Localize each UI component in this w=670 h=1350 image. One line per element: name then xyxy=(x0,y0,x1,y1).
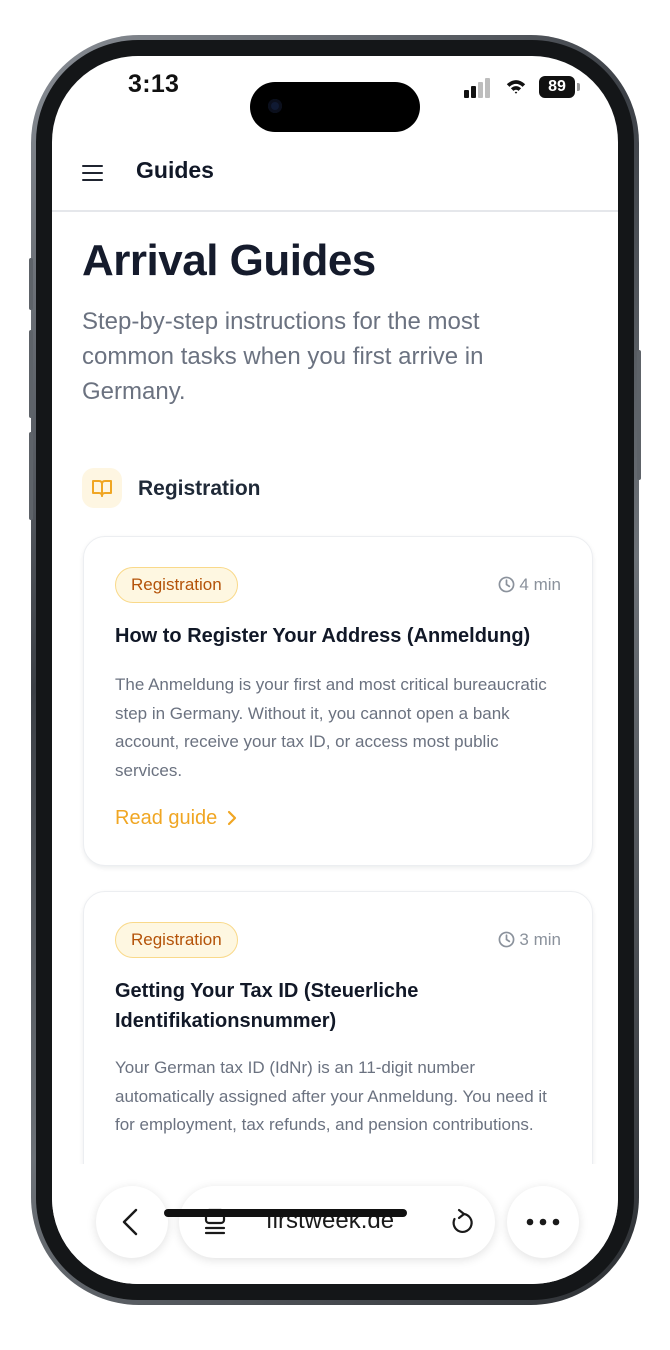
read-guide-label: Read guide xyxy=(115,807,218,829)
clock-icon xyxy=(498,576,515,593)
browser-toolbar: firstweek.de xyxy=(52,1164,618,1284)
read-time-label: 3 min xyxy=(519,930,561,949)
guide-title[interactable]: How to Register Your Address (Anmeldung) xyxy=(115,621,565,651)
guide-title[interactable]: Getting Your Tax ID (Steuerliche Identif… xyxy=(115,976,565,1036)
chevron-right-icon xyxy=(228,810,237,826)
read-time: 3 min xyxy=(498,930,561,950)
action-button xyxy=(29,258,33,310)
battery-indicator: 89 xyxy=(539,76,575,98)
category-tag: Registration xyxy=(115,567,238,603)
reload-icon[interactable] xyxy=(449,1208,475,1236)
section-title: Registration xyxy=(138,477,261,500)
status-time: 3:13 xyxy=(128,70,180,98)
guide-description: Your German tax ID (IdNr) is an 11-digit… xyxy=(115,1058,547,1134)
cellular-signal-icon xyxy=(464,78,494,98)
page-subtitle: Step-by-step instructions for the most c… xyxy=(82,308,484,405)
hamburger-menu-icon[interactable] xyxy=(82,162,104,184)
home-indicator[interactable] xyxy=(164,1209,407,1217)
phone-screen: 3:13 89 Guides Arrival Guides Step-by-st… xyxy=(52,56,618,1284)
volume-down-button xyxy=(29,432,33,520)
header-title: Guides xyxy=(136,157,214,183)
wifi-icon xyxy=(506,80,526,94)
clock-icon xyxy=(498,931,515,948)
app-header: Guides xyxy=(52,142,618,212)
page-title: Arrival Guides xyxy=(82,236,376,285)
read-time-label: 4 min xyxy=(519,575,561,594)
power-button xyxy=(637,350,641,480)
guide-card-anmeldung[interactable]: Registration 4 min How to Register Your … xyxy=(83,536,593,866)
guide-description: The Anmeldung is your first and most cri… xyxy=(115,675,547,780)
back-button[interactable] xyxy=(96,1186,168,1258)
category-tag: Registration xyxy=(115,922,238,958)
front-camera xyxy=(268,99,282,113)
battery-cap xyxy=(577,83,580,91)
read-guide-link[interactable]: Read guide xyxy=(115,807,237,830)
address-bar[interactable]: firstweek.de xyxy=(179,1186,495,1258)
read-time: 4 min xyxy=(498,575,561,595)
volume-up-button xyxy=(29,330,33,418)
main-content[interactable]: Arrival Guides Step-by-step instructions… xyxy=(52,214,618,1164)
more-dots-icon xyxy=(526,1218,560,1226)
book-open-icon xyxy=(82,468,122,508)
more-options-button[interactable] xyxy=(507,1186,579,1258)
chevron-left-icon xyxy=(122,1208,138,1236)
dynamic-island xyxy=(250,82,420,132)
guide-card-tax-id[interactable]: Registration 3 min Getting Your Tax ID (… xyxy=(83,891,593,1164)
